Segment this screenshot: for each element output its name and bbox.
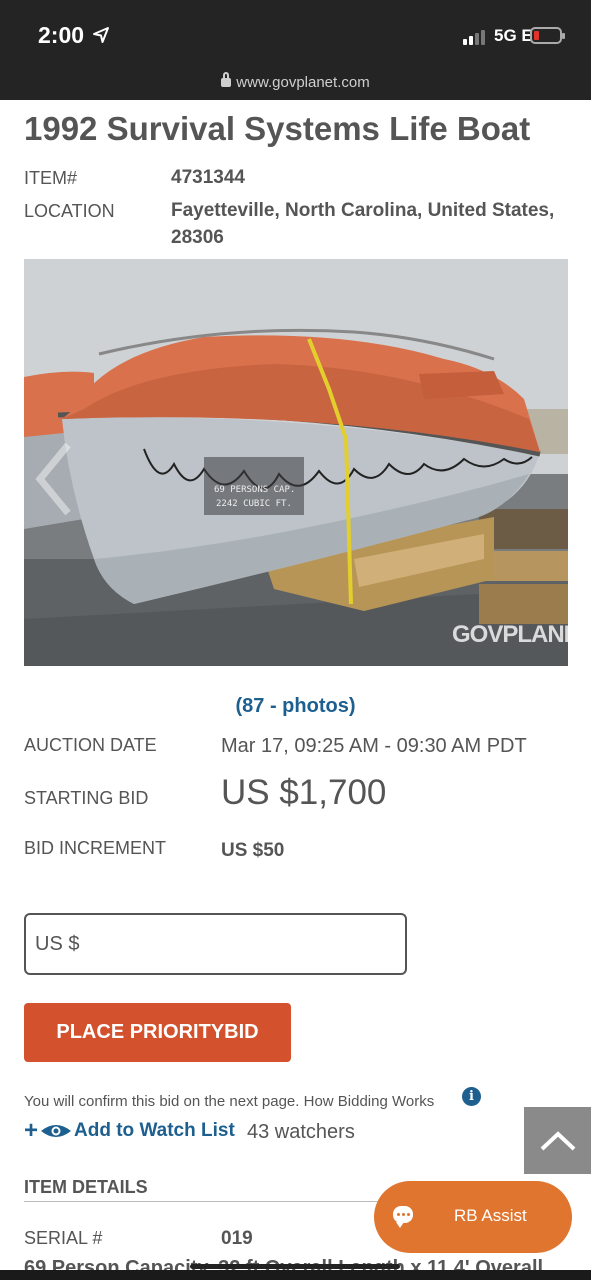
auction-date-value: Mar 17, 09:25 AM - 09:30 AM PDT [221,735,527,757]
chevron-up-icon [540,1130,575,1150]
photo-watermark: GOVPLANET [452,621,568,648]
location-value-line2: 28306 [171,227,224,248]
auction-date-label: AUCTION DATE [24,735,157,755]
url-text: www.govplanet.com [236,74,370,91]
rb-assist-button[interactable]: RB Assist [374,1181,572,1253]
bottom-browser-strip [0,1270,591,1280]
item-number-value: 4731344 [171,167,245,188]
starting-bid-label: STARTING BID [24,788,149,808]
battery-icon [530,27,565,44]
item-number-label: ITEM# [24,168,78,188]
item-photo[interactable]: 69 PERSONS CAP. 2242 CUBIC FT. GOVPLANET [24,259,568,666]
network-type: 5G E [494,26,533,45]
hull-marking-line1: 69 PERSONS CAP. [214,485,296,495]
url-bar[interactable]: www.govplanet.com [0,72,591,91]
chat-bubble-icon [393,1206,413,1228]
signal-strength-icon [463,30,485,45]
info-icon[interactable]: i [462,1087,481,1106]
photos-count-link[interactable]: (87 - photos) [0,695,591,718]
plus-icon: + [24,1117,39,1144]
bid-confirm-note: You will confirm this bid on the next pa… [24,1093,435,1110]
bid-amount-field[interactable] [24,913,407,975]
divider [24,1201,394,1202]
hull-marking-line2: 2242 CUBIC FT. [216,499,292,509]
item-details-heading: ITEM DETAILS [24,1177,148,1197]
serial-label: SERIAL # [24,1228,103,1248]
serial-value: 019 [221,1228,253,1249]
photos-count-text: (87 - photos) [235,695,356,717]
eye-icon [41,1125,72,1137]
starting-bid-value: US $1,700 [221,773,387,812]
previous-photo-icon[interactable] [34,439,74,519]
location-label: LOCATION [24,201,115,221]
watch-list-label: Add to Watch List [74,1120,235,1141]
lifeboat-image [24,259,568,666]
clock: 2:00 [38,22,85,48]
scroll-to-top-button[interactable] [524,1107,591,1174]
add-to-watch-list-link[interactable]: + Add to Watch List [24,1119,235,1143]
lock-icon [221,72,232,87]
location-value-line1: Fayetteville, North Carolina, United Sta… [171,200,555,221]
place-prioritybid-button[interactable]: PLACE PRIORITYBID [24,1003,291,1062]
watchers-count: 43 watchers [247,1121,355,1143]
status-bar: 2:00 5G E www.govplanet.com [0,0,591,100]
rb-assist-label: RB Assist [454,1206,527,1225]
bid-amount-input[interactable] [26,915,405,973]
location-arrow-icon [93,27,109,43]
home-indicator[interactable] [190,1264,400,1269]
page-title: 1992 Survival Systems Life Boat [24,110,531,147]
bid-increment-label: BID INCREMENT [24,838,167,858]
bid-increment-value: US $50 [221,840,285,861]
